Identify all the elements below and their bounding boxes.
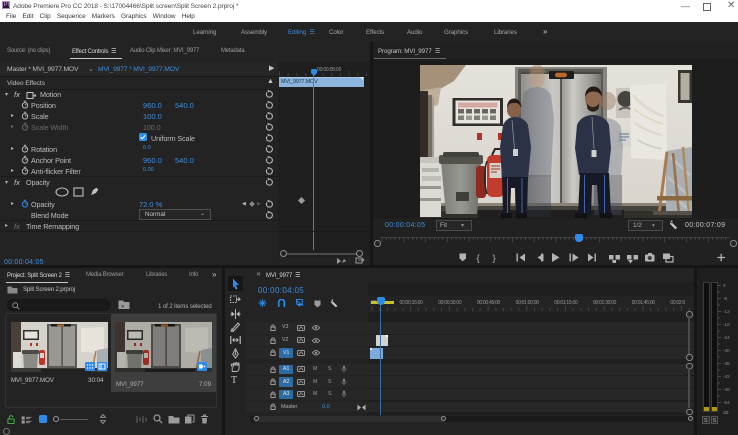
svg-text:}: } xyxy=(493,253,496,264)
svg-text:-30: -30 xyxy=(723,348,730,353)
svg-text:-48: -48 xyxy=(723,387,730,392)
svg-text:00:02:0: 00:02:0 xyxy=(670,300,685,306)
svg-text:00:00:45:00: 00:00:45:00 xyxy=(477,300,501,306)
svg-text:-12: -12 xyxy=(723,309,730,314)
svg-text:0: 0 xyxy=(723,283,726,288)
svg-text:{: { xyxy=(477,253,480,264)
svg-text:-54: -54 xyxy=(723,400,730,405)
svg-text:-6: -6 xyxy=(723,296,728,301)
svg-text:00:01:30:00: 00:01:30:00 xyxy=(593,300,617,306)
svg-text:-18: -18 xyxy=(723,322,730,327)
svg-text:00:00:30:00: 00:00:30:00 xyxy=(438,300,462,306)
svg-text:00:00:15:00: 00:00:15:00 xyxy=(400,300,424,306)
svg-text:00:01:45:00: 00:01:45:00 xyxy=(632,300,656,306)
svg-text:00:01:00:00: 00:01:00:00 xyxy=(516,300,540,306)
svg-text:-36: -36 xyxy=(723,361,730,366)
svg-text:-42: -42 xyxy=(723,374,730,379)
svg-text:00:01:15:00: 00:01:15:00 xyxy=(554,300,578,306)
svg-text:-24: -24 xyxy=(723,335,730,340)
svg-text:dB: dB xyxy=(723,410,729,415)
